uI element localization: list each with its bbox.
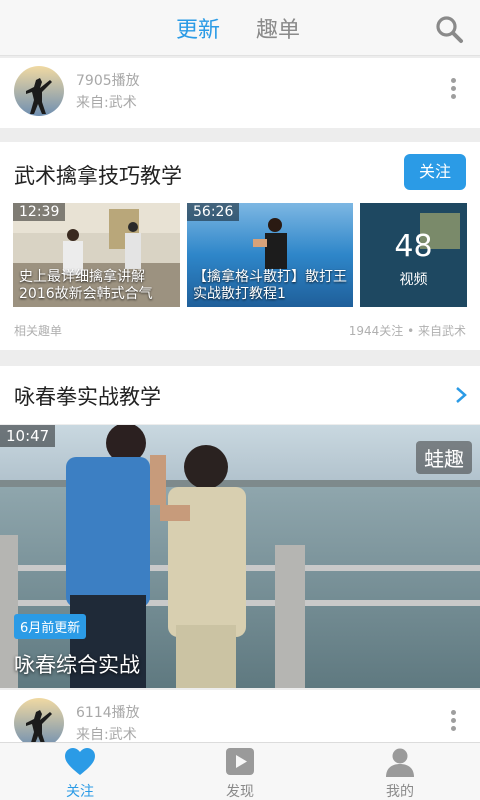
feed-item-top[interactable]: 7905播放 来自:武术 <box>0 58 480 128</box>
more-options-icon[interactable] <box>448 710 458 736</box>
related-playlists-label[interactable]: 相关趣单 <box>14 322 62 339</box>
video-duration: 56:26 <box>187 203 240 221</box>
user-icon <box>386 748 414 777</box>
video-count-number: 48 <box>394 229 433 264</box>
top-bar: 更新 趣单 <box>0 0 480 56</box>
avatar[interactable] <box>14 698 64 748</box>
nav-label: 关注 <box>66 784 94 800</box>
series-card: 武术擒拿技巧教学 关注 12:39 史上最详细擒拿讲解2016故新会韩式合气 5… <box>0 142 480 350</box>
featured-video[interactable]: 10:47 蛙趣 6月前更新 咏春综合实战 <box>0 425 480 688</box>
update-badge: 6月前更新 <box>14 614 87 639</box>
video-count-tile[interactable]: 48 视频 <box>360 203 467 307</box>
nav-discover[interactable]: 发现 <box>180 743 300 800</box>
nav-follow[interactable]: 关注 <box>20 743 140 800</box>
play-icon <box>226 748 254 775</box>
tab-updates[interactable]: 更新 <box>176 12 220 44</box>
video-count-label: 视频 <box>399 272 428 288</box>
nav-me[interactable]: 我的 <box>340 743 460 800</box>
video-title: 咏春综合实战 <box>14 653 140 677</box>
chevron-right-icon[interactable] <box>454 386 468 404</box>
heart-icon <box>65 748 95 775</box>
video-duration: 10:47 <box>0 425 56 447</box>
avatar[interactable] <box>14 66 64 116</box>
follow-button[interactable]: 关注 <box>404 154 466 190</box>
series-stats: 1944关注 • 来自武术 <box>348 324 466 338</box>
video-caption: 史上最详细擒拿讲解2016故新会韩式合气 <box>19 269 153 302</box>
video-caption: 【擒拿格斗散打】散打王实战散打教程1 <box>193 269 347 302</box>
bottom-navigation: 关注 发现 我的 <box>0 742 480 800</box>
search-icon[interactable] <box>434 14 464 44</box>
source-label: 来自:武术 <box>76 727 137 743</box>
series-title[interactable]: 武术擒拿技巧教学 <box>14 160 182 190</box>
tab-playlists[interactable]: 趣单 <box>256 12 300 44</box>
series-title: 咏春拳实战教学 <box>14 385 161 409</box>
video-duration: 12:39 <box>13 203 66 221</box>
wingchun-header[interactable]: 咏春拳实战教学 <box>0 366 480 424</box>
nav-label: 发现 <box>226 784 254 800</box>
video-thumbnail[interactable]: 56:26 【擒拿格斗散打】散打王实战散打教程1 <box>187 203 353 307</box>
nav-label: 我的 <box>386 784 414 800</box>
play-count: 6114播放 <box>76 705 140 721</box>
play-count: 7905播放 <box>76 73 140 89</box>
watermark: 蛙趣 <box>416 441 472 474</box>
video-thumbnail[interactable]: 12:39 史上最详细擒拿讲解2016故新会韩式合气 <box>13 203 180 307</box>
more-options-icon[interactable] <box>448 78 458 104</box>
source-label: 来自:武术 <box>76 95 137 111</box>
